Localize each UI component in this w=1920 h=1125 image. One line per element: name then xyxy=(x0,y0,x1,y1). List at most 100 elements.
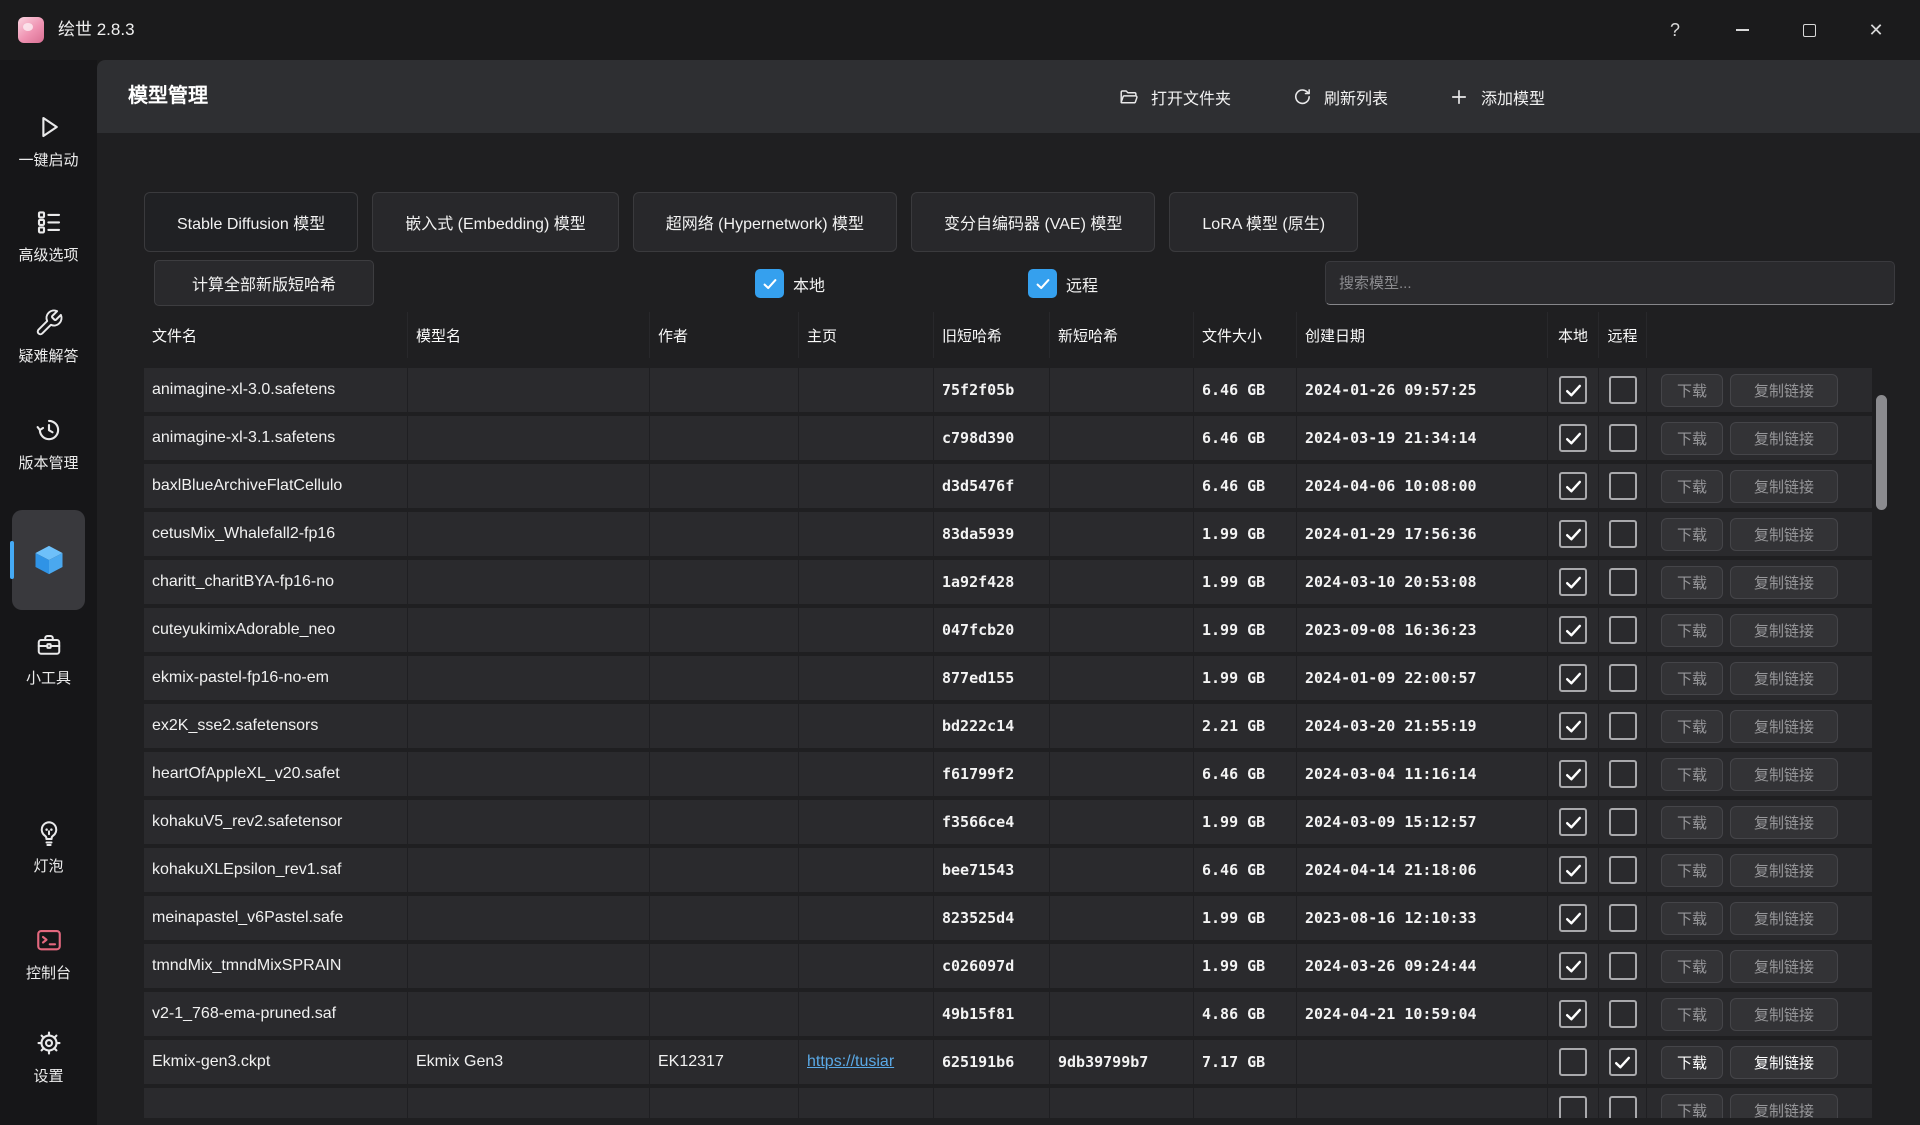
download-button[interactable]: 下载 xyxy=(1661,758,1723,791)
local-checkbox[interactable] xyxy=(1559,856,1587,884)
copy-link-button[interactable]: 复制链接 xyxy=(1730,902,1838,935)
local-filter-checkbox[interactable] xyxy=(755,269,784,298)
remote-checkbox[interactable] xyxy=(1609,424,1637,452)
remote-checkbox[interactable] xyxy=(1609,856,1637,884)
download-button[interactable]: 下载 xyxy=(1661,566,1723,599)
download-button[interactable]: 下载 xyxy=(1661,710,1723,743)
copy-link-button[interactable]: 复制链接 xyxy=(1730,518,1838,551)
local-checkbox[interactable] xyxy=(1559,472,1587,500)
local-checkbox[interactable] xyxy=(1559,760,1587,788)
remote-checkbox[interactable] xyxy=(1609,1000,1637,1028)
column-header[interactable]: 模型名 xyxy=(408,312,650,358)
local-checkbox[interactable] xyxy=(1559,664,1587,692)
local-checkbox[interactable] xyxy=(1559,1048,1587,1076)
column-header[interactable]: 本地 xyxy=(1548,312,1599,358)
column-header[interactable]: 远程 xyxy=(1599,312,1647,358)
remote-checkbox[interactable] xyxy=(1609,952,1637,980)
tab-4[interactable]: LoRA 模型 (原生) xyxy=(1169,192,1358,252)
local-checkbox[interactable] xyxy=(1559,616,1587,644)
download-button[interactable]: 下载 xyxy=(1661,470,1723,503)
help-button[interactable]: ? xyxy=(1652,7,1698,53)
add-model-button[interactable]: 添加模型 xyxy=(1448,85,1545,109)
download-button[interactable]: 下载 xyxy=(1661,422,1723,455)
sidebar-item-settings[interactable]: 设置 xyxy=(0,1028,97,1086)
column-header[interactable]: 旧短哈希 xyxy=(934,312,1050,358)
column-header[interactable]: 创建日期 xyxy=(1297,312,1548,358)
local-checkbox[interactable] xyxy=(1559,712,1587,740)
minimize-button[interactable] xyxy=(1719,7,1765,53)
local-checkbox[interactable] xyxy=(1559,568,1587,596)
remote-filter-checkbox[interactable] xyxy=(1028,269,1057,298)
remote-checkbox[interactable] xyxy=(1609,376,1637,404)
local-checkbox[interactable] xyxy=(1559,1000,1587,1028)
copy-link-button[interactable]: 复制链接 xyxy=(1730,470,1838,503)
download-button[interactable]: 下载 xyxy=(1661,950,1723,983)
remote-checkbox[interactable] xyxy=(1609,760,1637,788)
local-checkbox[interactable] xyxy=(1559,424,1587,452)
download-button[interactable]: 下载 xyxy=(1661,806,1723,839)
search-input[interactable] xyxy=(1325,261,1895,305)
remote-checkbox[interactable] xyxy=(1609,1096,1637,1118)
copy-link-button[interactable]: 复制链接 xyxy=(1730,998,1838,1031)
copy-link-button[interactable]: 复制链接 xyxy=(1730,662,1838,695)
homepage-link[interactable]: https://tusiar xyxy=(807,1053,894,1071)
copy-link-button[interactable]: 复制链接 xyxy=(1730,566,1838,599)
vertical-scrollbar[interactable] xyxy=(1876,395,1887,510)
column-header[interactable]: 主页 xyxy=(799,312,934,358)
local-checkbox[interactable] xyxy=(1559,520,1587,548)
sidebar-item-version-manage[interactable]: 版本管理 xyxy=(0,415,97,473)
download-button[interactable]: 下载 xyxy=(1661,1094,1723,1119)
copy-link-button[interactable]: 复制链接 xyxy=(1730,950,1838,983)
local-checkbox[interactable] xyxy=(1559,952,1587,980)
copy-link-button[interactable]: 复制链接 xyxy=(1730,854,1838,887)
sidebar-item-quick-launch[interactable]: 一键启动 xyxy=(0,112,97,170)
download-button[interactable]: 下载 xyxy=(1661,374,1723,407)
remote-checkbox[interactable] xyxy=(1609,472,1637,500)
tab-2[interactable]: 超网络 (Hypernetwork) 模型 xyxy=(633,192,897,252)
local-checkbox[interactable] xyxy=(1559,808,1587,836)
remote-checkbox[interactable] xyxy=(1609,664,1637,692)
column-header[interactable]: 新短哈希 xyxy=(1050,312,1194,358)
column-header[interactable]: 文件名 xyxy=(144,312,408,358)
remote-checkbox[interactable] xyxy=(1609,520,1637,548)
local-checkbox[interactable] xyxy=(1559,376,1587,404)
sidebar-item-lightbulb[interactable]: 灯泡 xyxy=(0,818,97,876)
copy-link-button[interactable]: 复制链接 xyxy=(1730,374,1838,407)
download-button[interactable]: 下载 xyxy=(1661,902,1723,935)
column-header[interactable]: 文件大小 xyxy=(1194,312,1297,358)
sidebar-item-troubleshoot[interactable]: 疑难解答 xyxy=(0,308,97,366)
local-checkbox[interactable] xyxy=(1559,1096,1587,1118)
remote-checkbox[interactable] xyxy=(1609,1048,1637,1076)
download-button[interactable]: 下载 xyxy=(1661,614,1723,647)
download-button[interactable]: 下载 xyxy=(1661,1046,1723,1079)
download-button[interactable]: 下载 xyxy=(1661,662,1723,695)
column-header[interactable]: 作者 xyxy=(650,312,799,358)
copy-link-button[interactable]: 复制链接 xyxy=(1730,758,1838,791)
sidebar-item-model-manage[interactable] xyxy=(12,510,85,610)
copy-link-button[interactable]: 复制链接 xyxy=(1730,806,1838,839)
tab-3[interactable]: 变分自编码器 (VAE) 模型 xyxy=(911,192,1155,252)
remote-checkbox[interactable] xyxy=(1609,712,1637,740)
copy-link-button[interactable]: 复制链接 xyxy=(1730,1046,1838,1079)
copy-link-button[interactable]: 复制链接 xyxy=(1730,710,1838,743)
sidebar-item-advanced-options[interactable]: 高级选项 xyxy=(0,207,97,265)
refresh-list-button[interactable]: 刷新列表 xyxy=(1291,85,1388,109)
download-button[interactable]: 下载 xyxy=(1661,998,1723,1031)
remote-checkbox[interactable] xyxy=(1609,904,1637,932)
download-button[interactable]: 下载 xyxy=(1661,854,1723,887)
copy-link-button[interactable]: 复制链接 xyxy=(1730,1094,1838,1119)
download-button[interactable]: 下载 xyxy=(1661,518,1723,551)
close-button[interactable]: ✕ xyxy=(1853,7,1899,53)
compute-hash-button[interactable]: 计算全部新版短哈希 xyxy=(154,260,374,306)
tab-0[interactable]: Stable Diffusion 模型 xyxy=(144,192,358,252)
copy-link-button[interactable]: 复制链接 xyxy=(1730,422,1838,455)
column-header[interactable] xyxy=(1647,312,1872,358)
sidebar-item-small-tools[interactable]: 小工具 xyxy=(0,630,97,688)
local-checkbox[interactable] xyxy=(1559,904,1587,932)
copy-link-button[interactable]: 复制链接 xyxy=(1730,614,1838,647)
tab-1[interactable]: 嵌入式 (Embedding) 模型 xyxy=(372,192,619,252)
maximize-button[interactable] xyxy=(1786,7,1832,53)
sidebar-item-console[interactable]: 控制台 xyxy=(0,925,97,983)
remote-checkbox[interactable] xyxy=(1609,616,1637,644)
open-folder-button[interactable]: 打开文件夹 xyxy=(1118,85,1231,109)
